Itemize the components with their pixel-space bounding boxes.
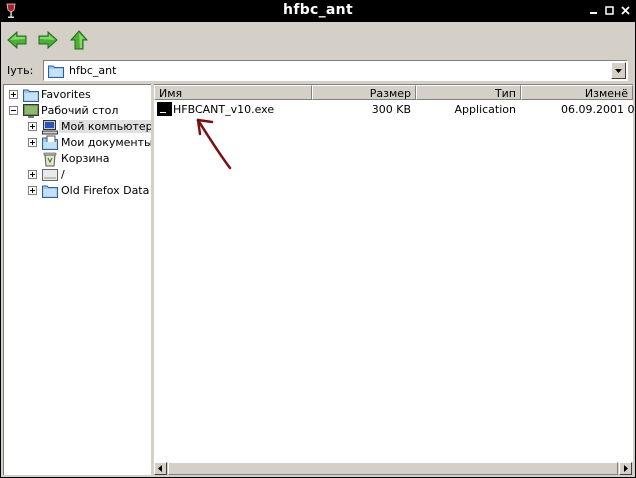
collapse-minus-icon[interactable] (9, 106, 18, 115)
column-header: Имя Размер Тип Изменё (154, 85, 633, 100)
table-row[interactable]: HFBCANT_v10.exe 300 KB Application 06.09… (154, 101, 636, 117)
address-field[interactable]: hfbc_ant (43, 60, 628, 81)
back-button[interactable] (6, 29, 28, 51)
tree-item-recycle-bin[interactable]: Корзина (4, 151, 150, 167)
expand-plus-icon[interactable] (28, 170, 37, 179)
tree-item-my-computer[interactable]: Мой компьютер (4, 119, 155, 135)
tree-item-label: Old Firefox Data (61, 184, 150, 197)
forward-arrow-icon (38, 30, 58, 50)
chevron-left-icon (158, 465, 162, 472)
file-list: Имя Размер Тип Изменё HFBCANT_v10.exe 30… (154, 84, 636, 475)
close-button[interactable] (621, 6, 630, 15)
tree-item-old-firefox-data[interactable]: Old Firefox Data (4, 183, 150, 199)
tree-item-label: Favorites (41, 88, 91, 101)
tree-item-label: Рабочий стол (41, 104, 119, 117)
scroll-left-button[interactable] (154, 462, 167, 475)
scrollbar-thumb[interactable] (168, 462, 618, 475)
expand-plus-icon[interactable] (28, 138, 37, 147)
minimize-button[interactable] (589, 6, 598, 15)
up-button[interactable] (68, 29, 90, 51)
forward-button[interactable] (37, 29, 59, 51)
minimize-icon (590, 12, 597, 14)
close-icon (621, 6, 630, 15)
file-modified: 06.09.2001 0:0 (561, 103, 636, 116)
chevron-down-icon (615, 69, 622, 73)
tree-item-favorites[interactable]: Favorites (4, 87, 150, 103)
tree-item-label: Мой компьютер (59, 120, 155, 133)
folder-tree: Favorites Рабочий стол Мой компьютер Мои… (3, 84, 155, 475)
drive-icon (42, 169, 58, 181)
column-size[interactable]: Размер (312, 85, 416, 100)
address-bar: Іуть: hfbc_ant (1, 59, 635, 82)
exe-icon (157, 102, 172, 116)
file-type: Application (454, 103, 516, 116)
chevron-right-icon (624, 465, 628, 472)
expand-plus-icon[interactable] (9, 90, 18, 99)
scroll-right-button[interactable] (619, 462, 632, 475)
file-name[interactable]: HFBCANT_v10.exe (173, 103, 274, 116)
column-type[interactable]: Тип (416, 85, 521, 100)
expand-plus-icon[interactable] (28, 122, 37, 131)
column-modified[interactable]: Изменё (521, 85, 633, 100)
tree-item-label: / (61, 168, 65, 181)
back-arrow-icon (7, 30, 27, 50)
tree-item-desktop[interactable]: Рабочий стол (4, 103, 150, 119)
address-label: Іуть: (7, 64, 34, 77)
tree-item-root[interactable]: / (4, 167, 150, 183)
desktop-icon (23, 104, 39, 118)
folder-icon (23, 89, 39, 102)
folder-icon (48, 65, 64, 78)
tree-item-label: Мои документы (61, 136, 153, 149)
address-input-value[interactable]: hfbc_ant (69, 64, 116, 77)
computer-icon (42, 120, 58, 135)
window-title: hfbc_ant (283, 2, 353, 18)
toolbar (1, 22, 635, 59)
up-arrow-icon (69, 30, 89, 50)
maximize-icon (605, 6, 614, 15)
address-dropdown-button[interactable] (611, 62, 626, 79)
explorer-window: Іуть: hfbc_ant Favorites Рабочий стол Мо… (1, 22, 636, 477)
file-size: 300 KB (371, 103, 411, 116)
tree-item-label: Корзина (61, 152, 110, 165)
title-bar: hfbc_ant (0, 0, 636, 22)
column-name[interactable]: Имя (154, 85, 312, 100)
documents-icon (42, 135, 58, 150)
recycle-bin-icon (43, 152, 57, 167)
maximize-button[interactable] (605, 6, 614, 15)
folder-icon (42, 185, 58, 198)
horizontal-scrollbar[interactable] (154, 462, 633, 475)
tree-item-my-documents[interactable]: Мои документы (4, 135, 153, 151)
expand-plus-icon[interactable] (28, 186, 37, 195)
